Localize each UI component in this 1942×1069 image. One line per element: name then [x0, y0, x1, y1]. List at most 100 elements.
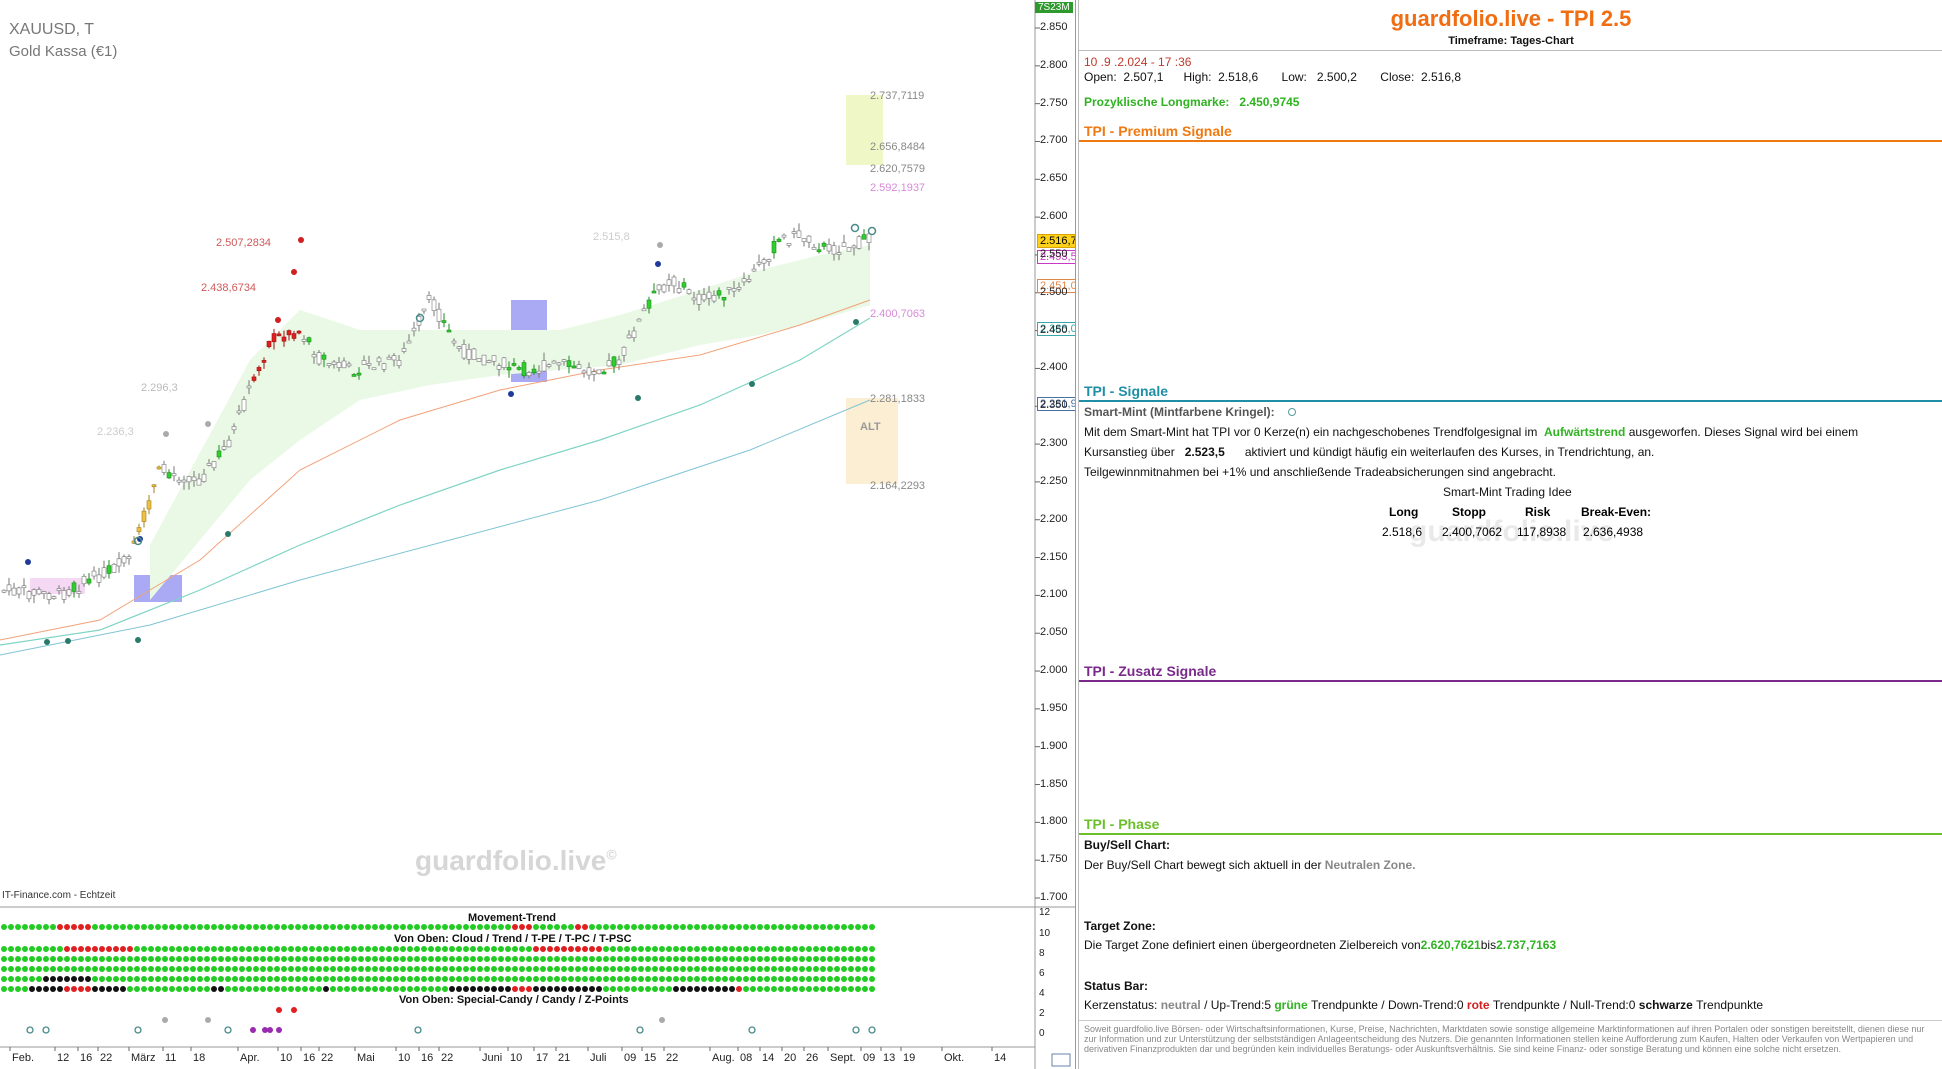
indicator-dot	[533, 976, 539, 982]
candle	[551, 360, 557, 364]
indicator-dot	[785, 976, 791, 982]
indicator-dot	[323, 924, 329, 930]
indicator-dot	[799, 946, 805, 952]
candle	[731, 288, 737, 292]
indicator-dot	[169, 946, 175, 952]
indicator-dot	[288, 966, 294, 972]
indicator-dot	[617, 966, 623, 972]
indicator-dot	[246, 946, 252, 952]
footer-divider	[1079, 1020, 1942, 1021]
candle	[721, 296, 727, 301]
indicator-dot	[645, 976, 651, 982]
idea-value-breakeven: 2.636,4938	[1583, 525, 1644, 539]
candle	[846, 247, 852, 252]
indicator-dot	[260, 986, 266, 992]
indicator-dot	[197, 966, 203, 972]
indicator-dot	[309, 946, 315, 952]
indicator-dot	[617, 976, 623, 982]
indicator-dot	[638, 976, 644, 982]
close-label: Close:	[1380, 70, 1415, 84]
chart-panel[interactable]: XAUUSD, T Gold Kassa (€1) 7S23M guardfol…	[0, 0, 1076, 1069]
indicator-dot	[540, 924, 546, 930]
indicator-dot	[491, 986, 497, 992]
indicator-dot	[680, 946, 686, 952]
y-axis-label: 2.400	[1040, 361, 1068, 374]
x-axis-label: 22	[441, 1052, 454, 1064]
indicator-dot	[379, 956, 385, 962]
status-bar-label: Status Bar:	[1084, 979, 1149, 993]
indicator-dot	[22, 924, 28, 930]
indicator-dot	[687, 924, 693, 930]
indicator-dot	[449, 976, 455, 982]
candle	[641, 308, 647, 312]
indicator-dot	[64, 976, 70, 982]
indicator-dot	[218, 946, 224, 952]
buysell-text: Der Buy/Sell Chart bewegt sich aktuell i…	[1084, 858, 1416, 872]
indicator-dot	[267, 976, 273, 982]
indicator-dot	[512, 946, 518, 952]
indicator-dot	[428, 956, 434, 962]
indicator-dot	[379, 976, 385, 982]
candle	[261, 360, 267, 363]
indicator-dot	[463, 986, 469, 992]
premium-divider	[1079, 140, 1942, 142]
x-axis-label: 10	[398, 1052, 411, 1064]
indicator-dot	[848, 966, 854, 972]
x-axis-label: Feb.	[12, 1052, 35, 1064]
candle	[401, 348, 407, 352]
indicator-dot	[722, 956, 728, 962]
indicator-dot	[547, 966, 553, 972]
candle	[546, 364, 552, 367]
y-axis-label: 2.500	[1040, 285, 1068, 298]
x-axis-label: 08	[740, 1052, 753, 1064]
indicator-dot	[162, 966, 168, 972]
indicator-dot	[57, 924, 63, 930]
indicator-dot	[778, 946, 784, 952]
indicator-dot	[64, 956, 70, 962]
indicator-dot	[29, 956, 35, 962]
candle	[476, 358, 482, 362]
indicator-dot	[176, 976, 182, 982]
indicator-dot	[813, 924, 819, 930]
indicator-dot	[477, 956, 483, 962]
candle	[631, 330, 637, 338]
indicator-dot	[8, 946, 14, 952]
candle	[516, 367, 522, 370]
indicator-dot	[71, 924, 77, 930]
signal-dot	[225, 531, 231, 537]
indicator-dot	[120, 946, 126, 952]
indicator-dot	[477, 924, 483, 930]
indicator-dot	[568, 924, 574, 930]
indicator-dot	[855, 956, 861, 962]
candle	[241, 399, 247, 411]
candle	[681, 282, 687, 288]
candle	[356, 372, 362, 376]
signal-dot	[508, 391, 514, 397]
indicator-dot	[463, 924, 469, 930]
indicator-dot	[365, 986, 371, 992]
indicator-dot	[610, 924, 616, 930]
price-chart[interactable]	[0, 0, 1076, 1069]
candle	[606, 360, 612, 367]
indicator-dot	[792, 966, 798, 972]
candle	[281, 336, 287, 342]
candle	[486, 360, 492, 363]
indicator-dot	[708, 924, 714, 930]
indicator-dot	[267, 946, 273, 952]
indicator-dot	[491, 924, 497, 930]
candle	[526, 372, 532, 376]
indicator-dot	[785, 986, 791, 992]
indicator-dot	[456, 924, 462, 930]
indicator-dot	[92, 924, 98, 930]
indicator-dot	[435, 924, 441, 930]
indicator-dot	[624, 924, 630, 930]
indicator-dot	[323, 986, 329, 992]
open-value: 2.507,1	[1123, 70, 1164, 84]
indicator-dot	[778, 956, 784, 962]
x-axis-label: 22	[321, 1052, 334, 1064]
indicator-dot	[183, 986, 189, 992]
indicator-dot	[764, 956, 770, 962]
indicator-dot	[120, 986, 126, 992]
indicator-dot	[820, 966, 826, 972]
indicator-dot	[603, 924, 609, 930]
